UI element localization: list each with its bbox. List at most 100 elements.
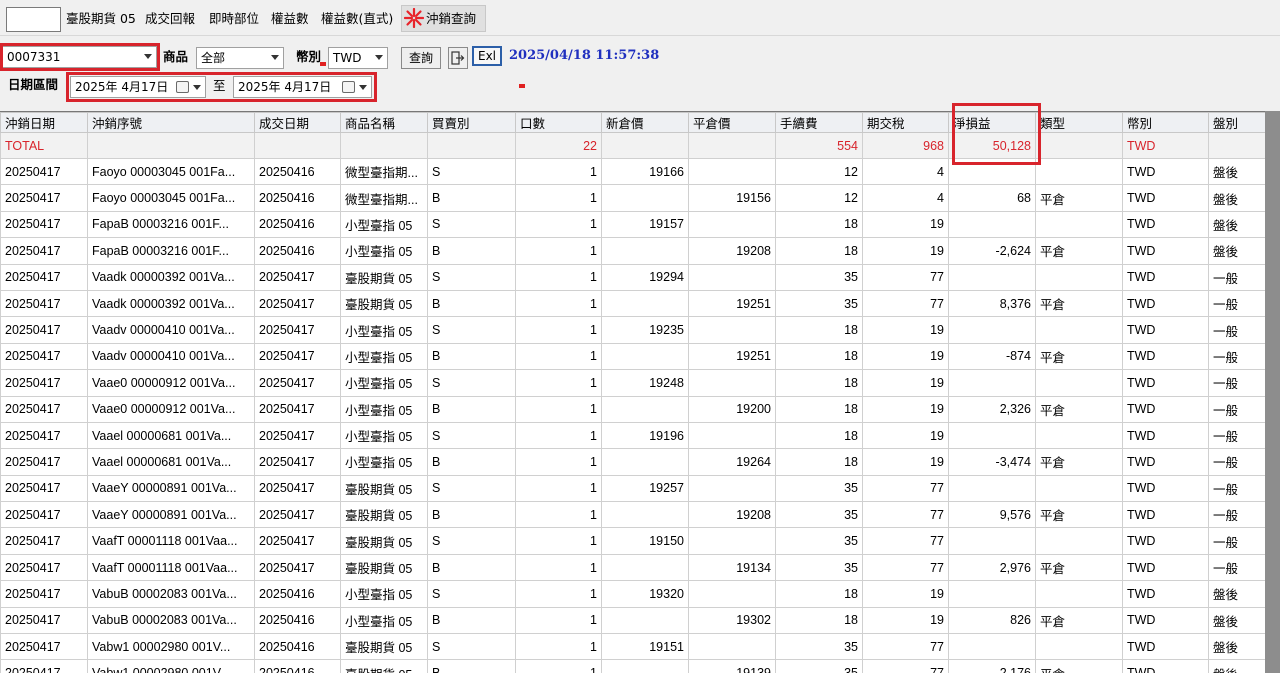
- table-row[interactable]: 20250417 FapaB 00003216 001F... 20250416 小型…: [0, 237, 1265, 265]
- total-row[interactable]: TOTAL 22 554 968 50,128 TWD: [0, 132, 1265, 159]
- menu-item-positions[interactable]: 即時部位: [209, 10, 259, 28]
- cell-fee: 35: [775, 501, 863, 529]
- column-header-product-name[interactable]: 商品名稱: [340, 112, 428, 133]
- column-header-net-pnl[interactable]: 淨損益: [948, 112, 1036, 133]
- cell-close-price: [688, 263, 776, 291]
- cell-session: 盤後: [1208, 237, 1265, 265]
- chevron-down-icon[interactable]: [371, 48, 387, 68]
- cell-offset-date: 20250417: [0, 210, 88, 239]
- cell-currency: TWD: [1122, 263, 1209, 291]
- menu-item-futures[interactable]: 臺股期貨 05: [66, 10, 136, 28]
- cell-product-name: 臺股期貨 05: [340, 474, 428, 503]
- cell-side: S: [427, 263, 516, 291]
- offset-results-grid: 沖銷日期 沖銷序號 成交日期 商品名稱 買賣別 口數 新倉價 平倉價 手續費 期交稅 淨損益 類型 幣別…: [0, 111, 1265, 673]
- column-header-lots[interactable]: 口數: [515, 112, 602, 133]
- menu-item-equity[interactable]: 權益數: [271, 10, 309, 28]
- export-excel-button[interactable]: Exl: [472, 46, 502, 66]
- filter-toolbar: 0007331 商品 全部 幣別 TWD 查詢 Exl 2025/04/18 1…: [0, 36, 1280, 111]
- cell-open-price: 19320: [601, 580, 689, 608]
- cell-net-pnl: [948, 580, 1036, 608]
- table-row[interactable]: 20250417 Vaadk 00000392 001Va... 20250417 臺…: [0, 289, 1265, 318]
- chevron-down-icon[interactable]: [193, 85, 201, 90]
- chevron-down-icon[interactable]: [267, 48, 283, 68]
- menu-item-equity-vertical[interactable]: 權益數(直式): [321, 10, 393, 28]
- blank-input-box[interactable]: [6, 7, 61, 32]
- column-header-side[interactable]: 買賣別: [427, 112, 516, 133]
- cell-tax: 4: [862, 184, 949, 212]
- cell-offset-date: 20250417: [0, 316, 88, 344]
- table-row[interactable]: 20250417 VaaeY 00000891 001Va... 20250417 臺…: [0, 474, 1265, 503]
- cell-offset-date: 20250417: [0, 553, 88, 582]
- cell-offset-serial: Vaael 00000681 001Va...: [87, 421, 255, 450]
- cell-type: 平倉: [1035, 289, 1123, 318]
- table-row[interactable]: 20250417 Vaael 00000681 001Va... 20250417 小…: [0, 448, 1265, 476]
- cell-offset-serial: VaaeY 00000891 001Va...: [87, 501, 255, 529]
- query-button[interactable]: 查詢: [401, 47, 441, 69]
- to-label: 至: [213, 78, 226, 93]
- table-row[interactable]: 20250417 VabuB 00002083 001Va... 20250416 小…: [0, 580, 1265, 608]
- cell-offset-date: 20250417: [0, 237, 88, 265]
- cell-open-price: 19150: [601, 527, 689, 555]
- table-row[interactable]: 20250417Vabw1 00002980 001V...20250416臺股…: [0, 659, 1265, 673]
- cell-open-price: [601, 237, 689, 265]
- calendar-icon[interactable]: [342, 81, 355, 93]
- table-row[interactable]: 20250417 Faoyo 00003045 001Fa... 20250416 微…: [0, 157, 1265, 186]
- table-row[interactable]: 20250417 Vaadv 00000410 001Va... 20250417 小…: [0, 316, 1265, 344]
- cell-product-name: 小型臺指 05: [340, 369, 428, 397]
- cell-net-pnl: -2,624: [948, 237, 1036, 265]
- column-header-close-price[interactable]: 平倉價: [688, 112, 776, 133]
- column-header-offset-date[interactable]: 沖銷日期: [0, 112, 88, 133]
- exit-button[interactable]: [448, 47, 468, 69]
- cell-tax: 19: [862, 606, 949, 635]
- cell-trade-date: 20250417: [254, 448, 341, 476]
- cell-offset-date: 20250417: [0, 157, 88, 186]
- table-row[interactable]: 20250417Vabw1 00002980 001V...20250416臺股…: [0, 633, 1265, 661]
- table-row[interactable]: 20250417 Faoyo 00003045 001Fa... 20250416 微…: [0, 184, 1265, 212]
- column-header-open-price[interactable]: 新倉價: [601, 112, 689, 133]
- table-row[interactable]: 20250417 Vaae0 00000912 001Va... 20250417 小…: [0, 395, 1265, 423]
- table-row[interactable]: 20250417 Vaae0 00000912 001Va... 20250417 小…: [0, 369, 1265, 397]
- cell-currency: TWD: [1122, 553, 1209, 582]
- table-row[interactable]: 20250417 Vaadv 00000410 001Va... 20250417 小…: [0, 342, 1265, 371]
- cell-type: 平倉: [1035, 184, 1123, 212]
- product-select[interactable]: 全部: [196, 47, 284, 69]
- cell-tax: 19: [862, 342, 949, 371]
- cell-trade-date: 20250417: [254, 263, 341, 291]
- calendar-icon[interactable]: [176, 81, 189, 93]
- table-row[interactable]: 20250417 VaafT 00001118 001Vaa... 20250417…: [0, 553, 1265, 582]
- menu-item-trade-report[interactable]: 成交回報: [145, 10, 195, 28]
- cell-net-pnl: [948, 210, 1036, 239]
- cell-net-pnl: -3,474: [948, 448, 1036, 476]
- account-value: 0007331: [7, 50, 61, 64]
- account-select[interactable]: 0007331: [2, 46, 157, 68]
- chevron-down-icon[interactable]: [140, 47, 156, 67]
- column-header-fee[interactable]: 手續費: [775, 112, 863, 133]
- chevron-down-icon[interactable]: [359, 85, 367, 90]
- column-header-currency[interactable]: 幣別: [1122, 112, 1209, 133]
- cell-currency: TWD: [1122, 289, 1209, 318]
- cell-currency: TWD: [1122, 210, 1209, 239]
- column-header-type[interactable]: 類型: [1035, 112, 1123, 133]
- date-to-picker[interactable]: 2025年 4月17日: [233, 76, 372, 98]
- cell-fee: 18: [775, 421, 863, 450]
- table-row[interactable]: 20250417 VabuB 00002083 001Va... 20250416 小…: [0, 606, 1265, 635]
- column-header-offset-serial[interactable]: 沖銷序號: [87, 112, 255, 133]
- cell-net-pnl: 2,326: [948, 395, 1036, 423]
- table-row[interactable]: 20250417 VaaeY 00000891 001Va... 20250417 臺…: [0, 501, 1265, 529]
- table-row[interactable]: 20250417 VaafT 00001118 001Vaa... 20250417…: [0, 527, 1265, 555]
- column-header-tax[interactable]: 期交稅: [862, 112, 949, 133]
- table-row[interactable]: 20250417 Vaadk 00000392 001Va... 20250417 臺…: [0, 263, 1265, 291]
- cell-open-price: [601, 448, 689, 476]
- cell-trade-date: 20250417: [254, 527, 341, 555]
- table-row[interactable]: 20250417 Vaael 00000681 001Va... 20250417 小…: [0, 421, 1265, 450]
- currency-select[interactable]: TWD: [328, 47, 388, 69]
- vertical-scrollbar[interactable]: [1265, 111, 1280, 673]
- cell-close-price: 19139: [688, 659, 776, 673]
- column-header-trade-date[interactable]: 成交日期: [254, 112, 341, 133]
- column-header-session[interactable]: 盤別: [1208, 112, 1265, 133]
- cell-trade-date: 20250417: [254, 342, 341, 371]
- cell-open-price: [601, 659, 689, 673]
- date-from-picker[interactable]: 2025年 4月17日: [70, 76, 206, 98]
- cell-close-price: 19208: [688, 501, 776, 529]
- table-row[interactable]: 20250417 FapaB 00003216 001F... 20250416 小型…: [0, 210, 1265, 239]
